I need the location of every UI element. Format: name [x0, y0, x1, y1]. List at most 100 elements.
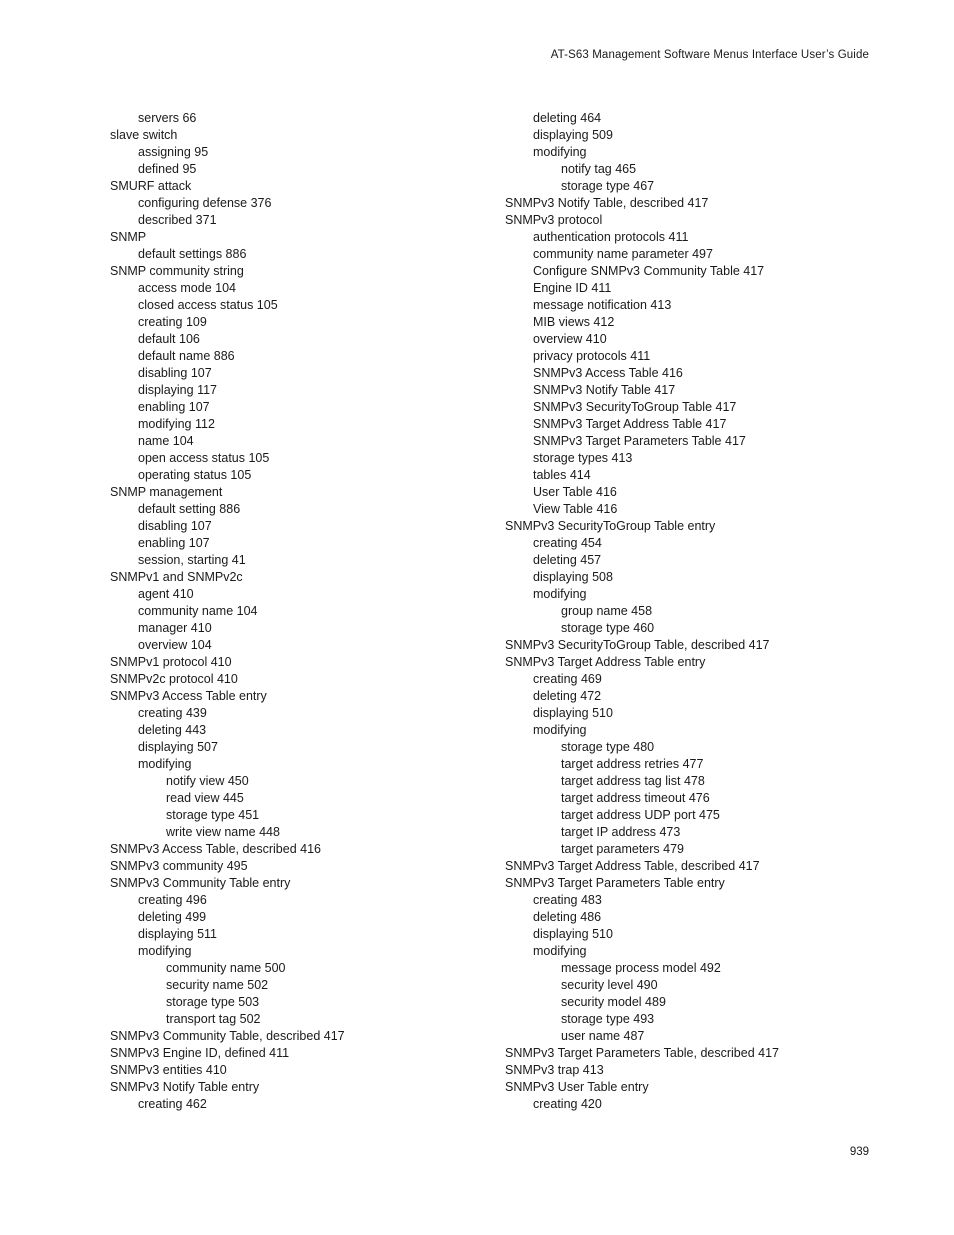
index-entry-sub: disabling 107 [138, 519, 212, 533]
index-entry-sub: displaying 509 [533, 128, 613, 142]
index-entry-sub: user name 487 [561, 1029, 645, 1043]
index-entry-sub: closed access status 105 [138, 298, 278, 312]
index-entry-sub: session, starting 41 [138, 553, 246, 567]
index-entry-sub: storage type 503 [166, 995, 260, 1009]
index-entry-sub: modifying 112 [138, 417, 215, 431]
index-entry-sub: Engine ID 411 [533, 281, 612, 295]
index-entry-sub: privacy protocols 411 [533, 349, 651, 363]
index-entry-sub: message notification 413 [533, 298, 672, 312]
index-entry-main: SNMPv3 Community Table, described 417 [110, 1029, 345, 1043]
index-entry-main: SNMPv3 Target Address Table, described 4… [505, 859, 760, 873]
index-entry-main: SNMPv3 community 495 [110, 859, 248, 873]
index-entry-sub: defined 95 [138, 162, 197, 176]
index-entry-main: SNMPv3 protocol [505, 213, 603, 227]
index-entry-sub: target address UDP port 475 [561, 808, 720, 822]
index-entry-main: SNMPv1 protocol 410 [110, 655, 232, 669]
index-entry-sub: SNMPv3 Target Address Table 417 [533, 417, 727, 431]
index-entry-sub: transport tag 502 [166, 1012, 261, 1026]
index-entry-sub: displaying 117 [138, 383, 217, 397]
index-entry-main: SNMPv3 User Table entry [505, 1080, 649, 1094]
index-entry-sub: security level 490 [561, 978, 658, 992]
index-entry-sub: creating 420 [533, 1097, 602, 1111]
index-entry-sub: community name 104 [138, 604, 258, 618]
index-entry-main: slave switch [110, 128, 178, 142]
index-entry-sub: SNMPv3 SecurityToGroup Table 417 [533, 400, 737, 414]
index-entry-sub: displaying 507 [138, 740, 218, 754]
index-entry-main: SNMP [110, 230, 147, 244]
index-entry-sub: enabling 107 [138, 536, 210, 550]
index-entry-sub: community name 500 [166, 961, 286, 975]
index-entry-sub: Configure SNMPv3 Community Table 417 [533, 264, 765, 278]
index-entry-sub: target parameters 479 [561, 842, 684, 856]
index-column-left: servers 66 slave switch assigning 95 define… [110, 110, 490, 1113]
index-entry-main: SNMPv3 Target Parameters Table entry [505, 876, 725, 890]
index-entry-sub: read view 445 [166, 791, 244, 805]
index-entry-sub: deleting 499 [138, 910, 207, 924]
index-entry-sub: target address timeout 476 [561, 791, 710, 805]
index-entry-sub: enabling 107 [138, 400, 210, 414]
index-entry-sub: deleting 457 [533, 553, 602, 567]
running-header-title: AT-S63 Management Software Menus Interfa… [550, 49, 869, 61]
index-entry-sub: deleting 486 [533, 910, 602, 924]
index-page: AT-S63 Management Software Menus Interfa… [0, 0, 954, 1235]
index-entry-main: SNMPv3 trap 413 [505, 1063, 604, 1077]
index-entry-sub: operating status 105 [138, 468, 252, 482]
index-entry-sub: modifying [533, 723, 587, 737]
index-entry-sub: modifying [533, 944, 587, 958]
index-entry-sub: creating 496 [138, 893, 207, 907]
index-entry-sub: default settings 886 [138, 247, 247, 261]
index-entry-main: SMURF attack [110, 179, 192, 193]
index-entry-sub: creating 469 [533, 672, 602, 686]
index-entry-main: SNMPv3 Access Table, described 416 [110, 842, 321, 856]
page-number: 939 [849, 1146, 869, 1158]
index-entry-sub: storage type 493 [561, 1012, 655, 1026]
index-entry-sub: SNMPv3 Target Parameters Table 417 [533, 434, 746, 448]
index-entry-sub: deleting 472 [533, 689, 602, 703]
index-entry-sub: manager 410 [138, 621, 212, 635]
index-entry-sub: User Table 416 [533, 485, 617, 499]
index-entry-sub: MIB views 412 [533, 315, 615, 329]
index-entry-sub: servers 66 [138, 111, 197, 125]
index-entry-main: SNMPv3 Notify Table, described 417 [505, 196, 709, 210]
index-entry-sub: name 104 [138, 434, 194, 448]
index-entry-sub: security model 489 [561, 995, 666, 1009]
index-entry-main: SNMP community string [110, 264, 244, 278]
index-entry-sub: creating 462 [138, 1097, 207, 1111]
index-entry-sub: target address tag list 478 [561, 774, 705, 788]
index-entry-main: SNMPv3 Target Address Table entry [505, 655, 706, 669]
index-entry-sub: write view name 448 [166, 825, 280, 839]
index-entry-sub: modifying [138, 944, 192, 958]
index-entry-sub: SNMPv3 Notify Table 417 [533, 383, 676, 397]
index-entry-main: SNMPv3 Community Table entry [110, 876, 291, 890]
index-entry-sub: tables 414 [533, 468, 591, 482]
index-entry-sub: target address retries 477 [561, 757, 704, 771]
index-entry-sub: default name 886 [138, 349, 235, 363]
index-entry-main: SNMPv3 Target Parameters Table, describe… [505, 1046, 779, 1060]
index-entry-sub: displaying 508 [533, 570, 613, 584]
index-entry-sub: authentication protocols 411 [533, 230, 689, 244]
index-entry-sub: deleting 443 [138, 723, 207, 737]
index-entry-sub: security name 502 [166, 978, 269, 992]
index-entry-sub: storage type 480 [561, 740, 655, 754]
index-entry-sub: modifying [533, 145, 587, 159]
index-entry-sub: storage types 413 [533, 451, 633, 465]
index-entry-sub: target IP address 473 [561, 825, 681, 839]
index-entry-main: SNMPv3 Notify Table entry [110, 1080, 260, 1094]
index-entry-sub: configuring defense 376 [138, 196, 272, 210]
index-entry-sub: default setting 886 [138, 502, 241, 516]
index-entry-main: SNMPv3 SecurityToGroup Table, described … [505, 638, 770, 652]
index-entry-sub: storage type 460 [561, 621, 655, 635]
index-entry-main: SNMPv2c protocol 410 [110, 672, 238, 686]
index-entry-sub: creating 109 [138, 315, 207, 329]
index-entry-sub: disabling 107 [138, 366, 212, 380]
index-entry-sub: notify view 450 [166, 774, 249, 788]
index-entry-sub: access mode 104 [138, 281, 236, 295]
index-entry-sub: community name parameter 497 [533, 247, 713, 261]
index-entry-main: SNMPv3 Engine ID, defined 411 [110, 1046, 290, 1060]
index-entry-main: SNMPv3 entities 410 [110, 1063, 227, 1077]
index-entry-sub: modifying [533, 587, 587, 601]
index-entry-sub: displaying 510 [533, 706, 613, 720]
index-entry-sub: agent 410 [138, 587, 194, 601]
index-entry-main: SNMPv1 and SNMPv2c [110, 570, 243, 584]
index-entry-sub: notify tag 465 [561, 162, 637, 176]
